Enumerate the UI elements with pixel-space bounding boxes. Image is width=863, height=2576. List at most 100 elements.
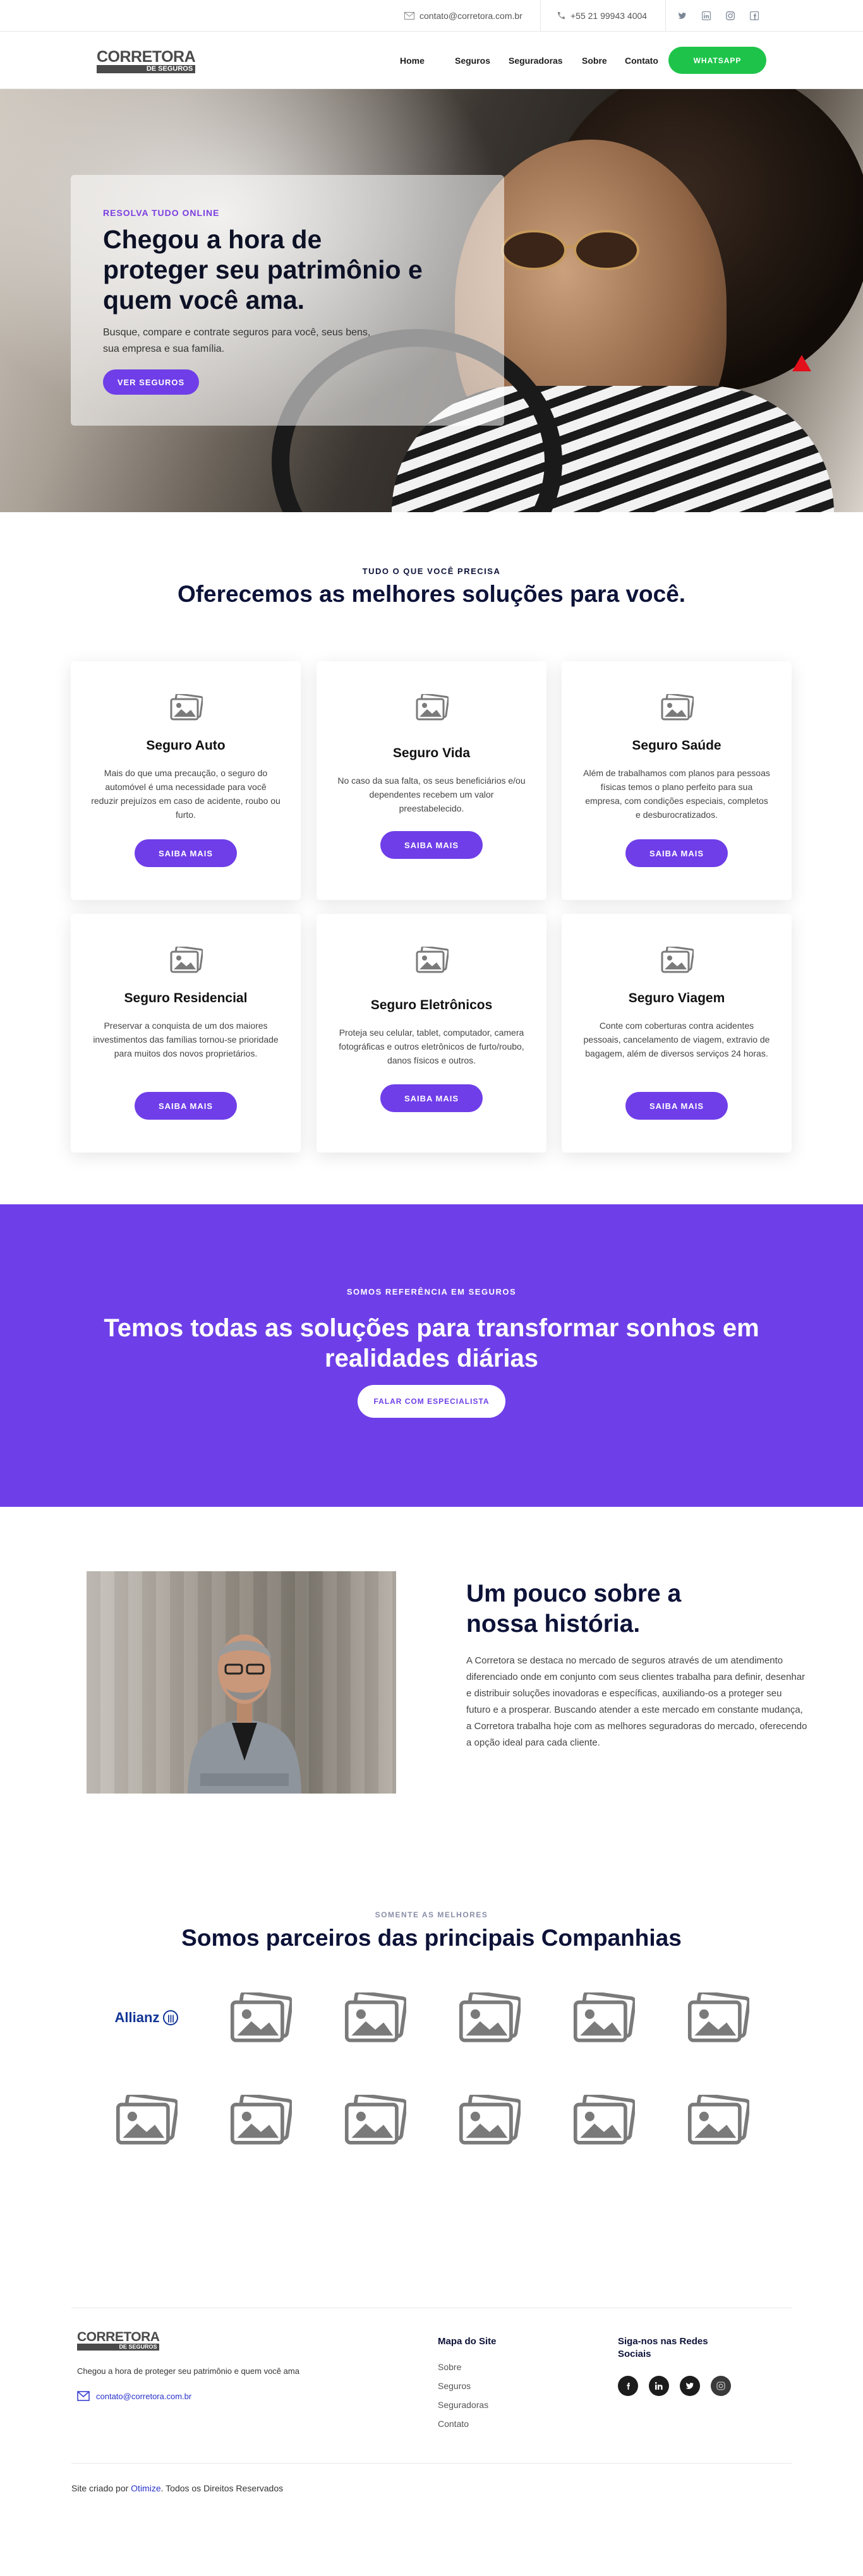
footer-divider bbox=[71, 2463, 792, 2464]
image-placeholder-icon bbox=[661, 947, 694, 973]
talk-to-specialist-button[interactable]: FALAR COM ESPECIALISTA bbox=[358, 1385, 505, 1418]
learn-more-button[interactable]: SAIBA MAIS bbox=[380, 1084, 483, 1112]
about-photo bbox=[87, 1571, 396, 1794]
allianz-logo: Allianz ||| bbox=[115, 2010, 179, 2026]
footer-logo[interactable]: CORRETORA DE SEGUROS bbox=[77, 2330, 160, 2351]
footer-logo-subtext: DE SEGUROS bbox=[77, 2344, 160, 2351]
partner-logo[interactable] bbox=[684, 1989, 753, 2046]
image-placeholder-icon bbox=[416, 947, 449, 973]
learn-more-button[interactable]: SAIBA MAIS bbox=[135, 839, 237, 867]
credit-suffix: . Todos os Direitos Reservados bbox=[160, 2483, 284, 2493]
partner-logo[interactable] bbox=[341, 1989, 410, 2046]
services-title: Oferecemos as melhores soluções para voc… bbox=[177, 581, 686, 607]
learn-more-button[interactable]: SAIBA MAIS bbox=[135, 1092, 237, 1120]
hero-image-sunglasses bbox=[501, 230, 639, 270]
allianz-eagle-icon: ||| bbox=[163, 2010, 179, 2025]
facebook-icon[interactable] bbox=[618, 2376, 638, 2396]
facebook-icon[interactable] bbox=[750, 11, 759, 20]
image-placeholder-icon bbox=[459, 1992, 521, 2042]
site-logo[interactable]: CORRETORA DE SEGUROS bbox=[97, 49, 196, 73]
see-insurance-button[interactable]: VER SEGUROS bbox=[103, 369, 199, 395]
service-card-title: Seguro Vida bbox=[392, 746, 471, 760]
credit-link[interactable]: Otimize bbox=[131, 2483, 160, 2493]
topbar-phone-text: +55 21 99943 4004 bbox=[570, 11, 648, 21]
learn-more-button[interactable]: SAIBA MAIS bbox=[625, 839, 728, 867]
footer-tagline: Chegou a hora de proteger seu patrimônio… bbox=[77, 2366, 299, 2376]
linkedin-icon[interactable] bbox=[649, 2376, 669, 2396]
whatsapp-button[interactable]: WHATSAPP bbox=[668, 47, 766, 74]
about-photo-person bbox=[188, 1634, 301, 1794]
partner-logo[interactable] bbox=[569, 2092, 639, 2148]
nav-home[interactable]: Home bbox=[400, 56, 425, 66]
nav-sobre[interactable]: Sobre bbox=[582, 56, 607, 66]
partner-logo-allianz[interactable]: Allianz ||| bbox=[112, 1989, 181, 2046]
image-placeholder-icon bbox=[416, 694, 449, 721]
service-card-title: Seguro Saúde bbox=[632, 738, 721, 753]
image-placeholder-icon bbox=[116, 2095, 178, 2145]
mail-icon bbox=[77, 2391, 90, 2401]
topbar-email-text: contato@corretora.com.br bbox=[419, 11, 522, 21]
hero-text: Busque, compare e contrate seguros para … bbox=[103, 327, 371, 354]
credit-prefix: Site criado por bbox=[71, 2483, 129, 2493]
twitter-icon[interactable] bbox=[678, 11, 687, 20]
footer-link-seguros[interactable]: Seguros bbox=[438, 2381, 471, 2391]
divider bbox=[665, 0, 666, 32]
phone-icon bbox=[557, 12, 565, 20]
partner-logo[interactable] bbox=[455, 2092, 524, 2148]
image-placeholder-icon bbox=[661, 694, 694, 721]
service-card: Seguro Auto Mais do que uma precaução, o … bbox=[71, 661, 301, 900]
image-placeholder-icon bbox=[344, 2095, 406, 2145]
partner-logo[interactable] bbox=[226, 1989, 296, 2046]
partner-logo[interactable] bbox=[569, 1989, 639, 2046]
image-placeholder-icon bbox=[230, 1992, 292, 2042]
image-placeholder-icon bbox=[687, 1992, 749, 2042]
about-title: Um pouco sobre a nossa história. bbox=[466, 1580, 682, 1638]
top-bar: contato@corretora.com.br +55 21 99943 40… bbox=[0, 0, 863, 32]
service-card: Seguro Viagem Conte com coberturas contra… bbox=[562, 914, 792, 1153]
service-card-title: Seguro Auto bbox=[146, 738, 226, 753]
partner-logo[interactable] bbox=[455, 1989, 524, 2046]
about-text: A Corretora se destaca no mercado de seg… bbox=[466, 1655, 807, 1748]
footer-email-text: contato@corretora.com.br bbox=[96, 2391, 192, 2401]
service-card-text: Proteja seu celular, tablet, computador,… bbox=[339, 1027, 524, 1065]
warning-triangle-icon bbox=[792, 355, 811, 371]
service-card-text: No caso da sua falta, os seus beneficiár… bbox=[337, 776, 526, 813]
nav-seguros[interactable]: Seguros bbox=[455, 56, 490, 66]
twitter-icon[interactable] bbox=[680, 2376, 700, 2396]
partners-title: Somos parceiros das principais Companhia… bbox=[181, 1925, 682, 1951]
footer-link-sobre[interactable]: Sobre bbox=[438, 2362, 461, 2372]
services-kicker: TUDO O QUE VOCÊ PRECISA bbox=[362, 566, 501, 576]
image-placeholder-icon bbox=[344, 1992, 406, 2042]
service-card-text: Mais do que uma precaução, o seguro do a… bbox=[91, 768, 281, 820]
service-card-text: Preservar a conquista de um dos maiores … bbox=[93, 1021, 279, 1058]
image-placeholder-icon bbox=[170, 694, 203, 721]
linkedin-icon[interactable] bbox=[702, 11, 711, 20]
topbar-phone[interactable]: +55 21 99943 4004 bbox=[557, 0, 647, 32]
instagram-icon[interactable] bbox=[711, 2376, 731, 2396]
mail-icon bbox=[404, 12, 414, 20]
footer-link-seguradoras[interactable]: Seguradoras bbox=[438, 2400, 488, 2410]
social-title: Siga-nos nas Redes Sociais bbox=[618, 2336, 708, 2359]
service-card: Seguro Saúde Além de trabalhamos com plan… bbox=[562, 661, 792, 900]
nav-contato[interactable]: Contato bbox=[625, 56, 658, 66]
partner-logo[interactable] bbox=[112, 2092, 181, 2148]
logo-subtext: DE SEGUROS bbox=[97, 65, 196, 73]
learn-more-button[interactable]: SAIBA MAIS bbox=[625, 1092, 728, 1120]
service-card-title: Seguro Residencial bbox=[124, 991, 248, 1005]
banner-title: Temos todas as soluções para transformar… bbox=[104, 1314, 759, 1372]
service-card-title: Seguro Viagem bbox=[628, 991, 725, 1005]
partner-logo[interactable] bbox=[226, 2092, 296, 2148]
partner-logo[interactable] bbox=[684, 2092, 753, 2148]
image-placeholder-icon bbox=[687, 2095, 749, 2145]
nav-seguradoras[interactable]: Seguradoras bbox=[509, 56, 563, 66]
footer-email[interactable]: contato@corretora.com.br bbox=[77, 2391, 191, 2401]
divider bbox=[540, 0, 541, 32]
learn-more-button[interactable]: SAIBA MAIS bbox=[380, 831, 483, 859]
instagram-icon[interactable] bbox=[726, 11, 735, 20]
partner-logo[interactable] bbox=[341, 2092, 410, 2148]
allianz-logo-text: Allianz bbox=[114, 2010, 160, 2025]
hero-card: RESOLVA TUDO ONLINE Chegou a hora de pro… bbox=[71, 175, 504, 426]
footer-link-contato[interactable]: Contato bbox=[438, 2419, 469, 2429]
service-card: Seguro Vida No caso da sua falta, os seus… bbox=[317, 661, 546, 900]
topbar-email[interactable]: contato@corretora.com.br bbox=[404, 0, 522, 32]
